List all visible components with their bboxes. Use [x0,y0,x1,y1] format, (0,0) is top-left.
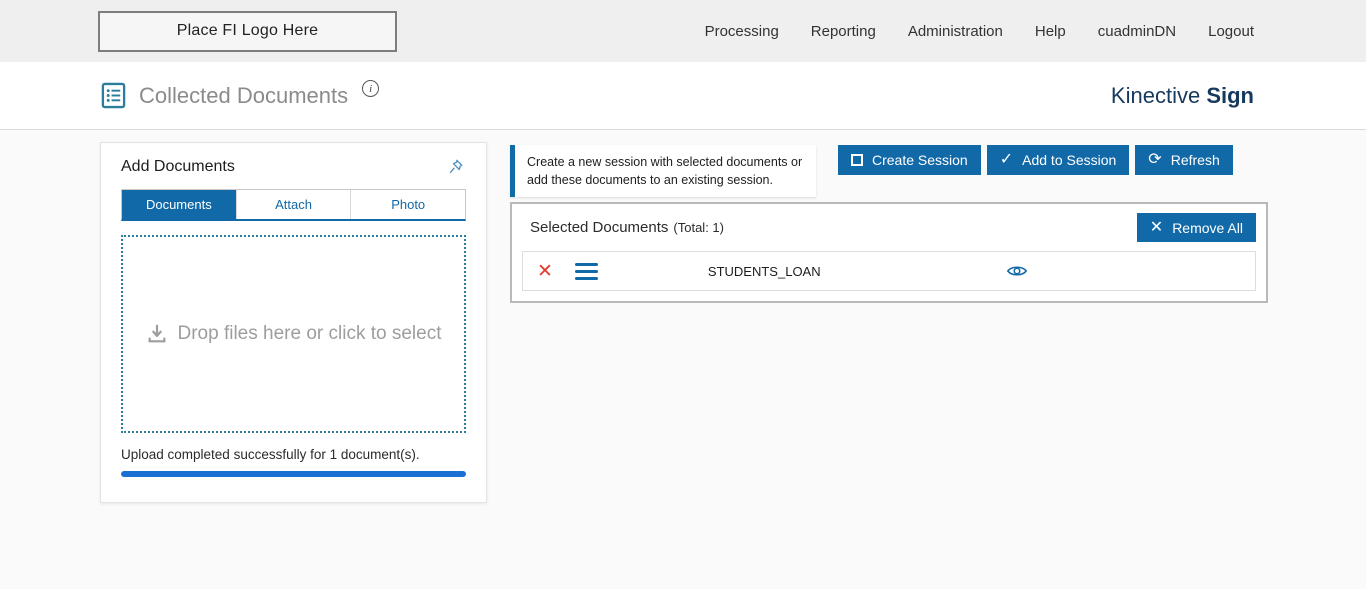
nav-item-logout[interactable]: Logout [1208,23,1254,40]
refresh-icon: ⟳ [1148,151,1162,168]
drag-handle-icon[interactable] [574,262,598,280]
fi-logo-placeholder: Place FI Logo Here [98,10,397,52]
collected-documents-icon [101,82,126,109]
remove-all-label: Remove All [1172,219,1243,236]
top-navigation: Processing Reporting Administration Help… [705,23,1254,40]
selected-documents-total: (Total: 1) [673,220,724,235]
document-name: STUDENTS_LOAN [707,263,821,279]
refresh-button[interactable]: ⟳ Refresh [1135,145,1233,175]
info-icon[interactable]: i [362,80,380,97]
tab-documents[interactable]: Documents [122,190,236,219]
nav-item-reporting[interactable]: Reporting [811,23,876,40]
session-actions: Create Session ✓ Add to Session ⟳ Refres… [838,145,1233,175]
tab-photo[interactable]: Photo [350,190,466,219]
session-info-note: Create a new session with selected docum… [510,145,816,198]
upload-status-text: Upload completed successfully for 1 docu… [121,447,420,462]
create-session-button[interactable]: Create Session [838,145,981,175]
remove-all-x-icon: ✕ [1149,218,1164,236]
brand-logo: Kinective Sign [1111,83,1254,109]
top-bar: Place FI Logo Here Processing Reporting … [0,0,1366,62]
create-session-label: Create Session [872,152,968,168]
selected-documents-header: Selected Documents (Total: 1) ✕ Remove A… [512,204,1266,251]
refresh-label: Refresh [1170,152,1220,168]
dropzone-text: Drop files here or click to select [177,323,442,344]
square-icon [851,154,863,166]
download-icon [148,324,165,343]
tab-attach[interactable]: Attach [235,190,351,219]
fi-logo-text: Place FI Logo Here [176,22,319,39]
add-to-session-label: Add to Session [1022,152,1117,168]
add-documents-tabs: Documents Attach Photo [121,189,466,221]
page-title: Collected Documents [139,82,349,108]
pin-icon[interactable] [446,157,466,177]
remove-all-button[interactable]: ✕ Remove All [1136,213,1256,242]
add-documents-card: Add Documents Documents Attach Photo Dro… [100,142,487,503]
brand-first: Kinective [1110,82,1201,108]
remove-document-icon[interactable]: ✕ [537,262,553,281]
selected-documents-title: Selected Documents [530,219,669,236]
nav-item-administration[interactable]: Administration [908,23,1003,40]
check-icon: ✓ [999,151,1014,168]
document-row: ✕ STUDENTS_LOAN [522,251,1256,291]
preview-eye-icon[interactable] [1006,260,1028,282]
header-bar: Collected Documents i Kinective Sign [0,62,1366,130]
upload-progress-bar [121,471,466,477]
nav-item-help[interactable]: Help [1035,23,1066,40]
nav-item-processing[interactable]: Processing [705,23,779,40]
selected-documents-panel: Selected Documents (Total: 1) ✕ Remove A… [510,202,1268,303]
main-content: Add Documents Documents Attach Photo Dro… [0,130,1366,589]
nav-item-user[interactable]: cuadminDN [1098,23,1176,40]
add-to-session-button[interactable]: ✓ Add to Session [986,145,1130,175]
add-documents-header: Add Documents [121,157,466,177]
add-documents-title: Add Documents [121,158,235,175]
file-dropzone[interactable]: Drop files here or click to select [121,235,466,433]
brand-second: Sign [1206,82,1254,108]
